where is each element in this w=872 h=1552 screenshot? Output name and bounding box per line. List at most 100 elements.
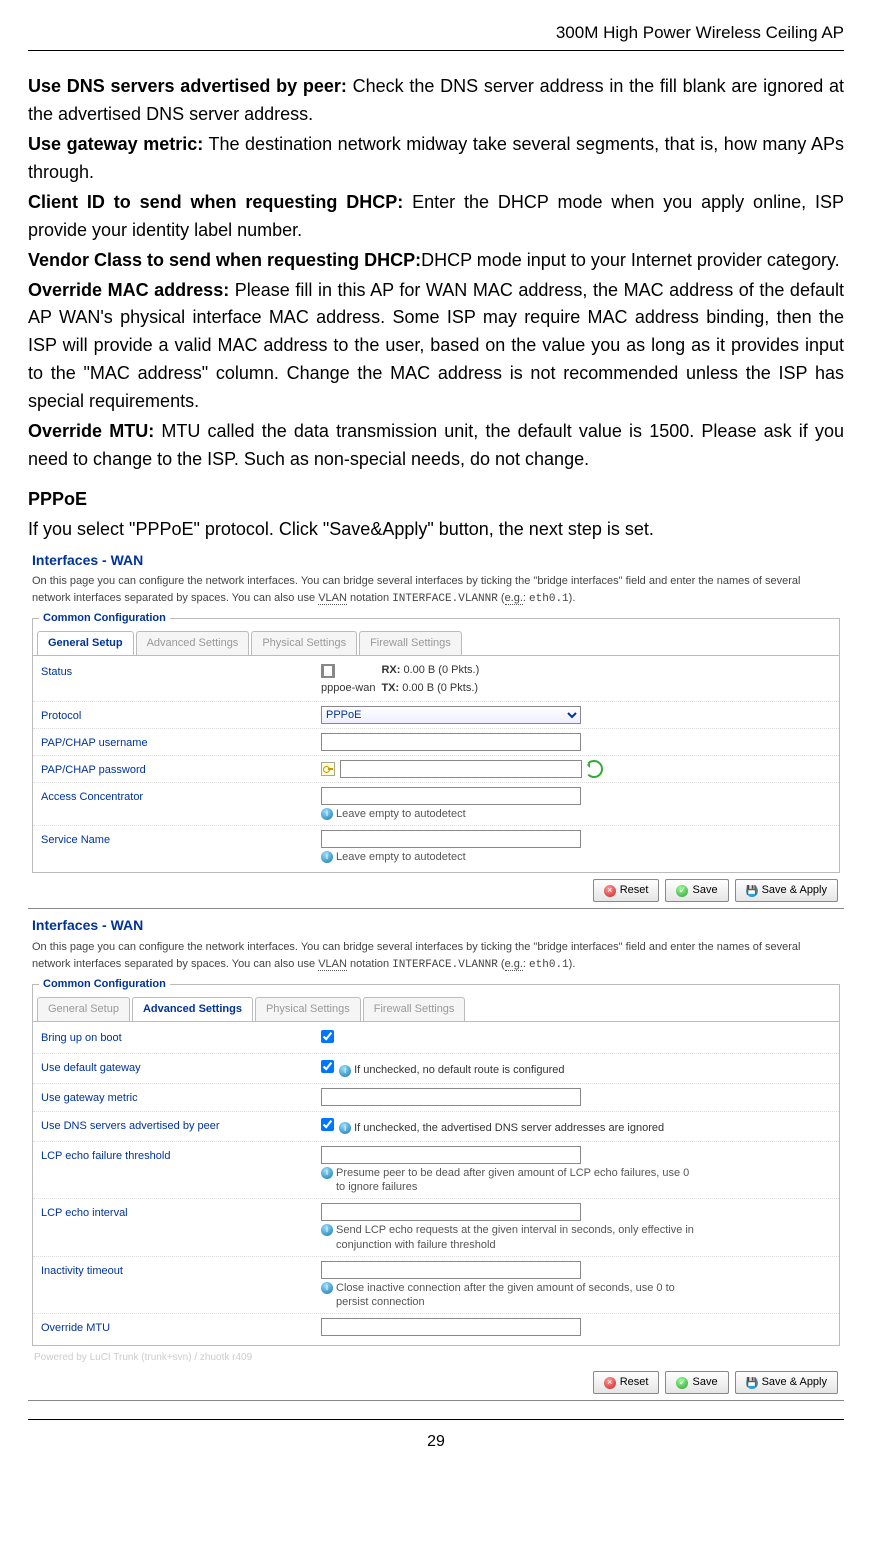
dns-label: Use DNS servers advertised by peer — [33, 1114, 321, 1135]
para-vc-text: DHCP mode input to your Internet provide… — [421, 250, 840, 270]
reset-icon: × — [604, 885, 616, 897]
para-vc: Vendor Class to send when requesting DHC… — [28, 247, 844, 275]
reset-button[interactable]: ×Reset — [593, 879, 660, 902]
save-apply-icon: 💾 — [746, 885, 758, 897]
sn-hint: iLeave empty to autodetect — [321, 850, 701, 864]
lcpf-label: LCP echo failure threshold — [33, 1144, 321, 1165]
info-icon: i — [321, 851, 333, 863]
row-service-name: Service Name iLeave empty to autodetect — [33, 826, 839, 868]
button-bar: ×Reset ✓Save 💾Save & Apply — [30, 1365, 842, 1396]
page-header: 300M High Power Wireless Ceiling AP — [28, 20, 844, 51]
ac-hint: iLeave empty to autodetect — [321, 807, 701, 821]
protocol-label: Protocol — [33, 704, 321, 725]
username-label: PAP/CHAP username — [33, 731, 321, 752]
common-config-fieldset: Common Configuration General Setup Advan… — [32, 610, 840, 873]
tab-advanced-settings[interactable]: Advanced Settings — [132, 997, 253, 1021]
status-traffic: RX: 0.00 B (0 Pkts.) TX: 0.00 B (0 Pkts.… — [381, 662, 479, 696]
row-username: PAP/CHAP username — [33, 729, 839, 756]
config-panel-advanced: Interfaces - WAN On this page you can co… — [28, 911, 844, 1401]
para-gwm: Use gateway metric: The destination netw… — [28, 131, 844, 187]
save-icon: ✓ — [676, 1377, 688, 1389]
info-icon: i — [339, 1122, 351, 1134]
username-input[interactable] — [321, 733, 581, 751]
defgw-checkbox[interactable] — [321, 1060, 334, 1073]
save-button[interactable]: ✓Save — [665, 1371, 728, 1394]
key-icon — [321, 762, 335, 776]
refresh-icon[interactable] — [585, 760, 603, 778]
gwm-label: Use gateway metric — [33, 1086, 321, 1107]
row-override-mtu: Override MTU — [33, 1314, 839, 1340]
tab-physical-settings[interactable]: Physical Settings — [255, 997, 361, 1021]
para-omac-bold: Override MAC address: — [28, 280, 229, 300]
row-lcp-failure: LCP echo failure threshold iPresume peer… — [33, 1142, 839, 1200]
tab-bar: General Setup Advanced Settings Physical… — [37, 631, 839, 655]
omtu-label: Override MTU — [33, 1316, 321, 1337]
fields-advanced: Bring up on boot Use default gateway i I… — [33, 1021, 839, 1344]
inact-hint: iClose inactive connection after the giv… — [321, 1281, 701, 1310]
defgw-hint: If unchecked, no default route is config… — [354, 1064, 564, 1076]
gwm-input[interactable] — [321, 1088, 581, 1106]
save-apply-button[interactable]: 💾Save & Apply — [735, 1371, 838, 1394]
save-apply-button[interactable]: 💾Save & Apply — [735, 879, 838, 902]
inact-input[interactable] — [321, 1261, 581, 1279]
info-icon: i — [321, 808, 333, 820]
page-number: 29 — [28, 1419, 844, 1455]
panel-description: On this page you can configure the netwo… — [32, 573, 842, 608]
tab-firewall-settings[interactable]: Firewall Settings — [363, 997, 466, 1021]
save-apply-icon: 💾 — [746, 1377, 758, 1389]
para-omac: Override MAC address: Please fill in thi… — [28, 277, 844, 416]
dns-checkbox[interactable] — [321, 1118, 334, 1131]
pppoe-text: If you select "PPPoE" protocol. Click "S… — [28, 516, 844, 544]
button-bar: ×Reset ✓Save 💾Save & Apply — [30, 873, 842, 904]
para-dns: Use DNS servers advertised by peer: Chec… — [28, 73, 844, 129]
status-interface: pppoe-wan — [321, 682, 375, 694]
lcpi-input[interactable] — [321, 1203, 581, 1221]
tab-general-setup[interactable]: General Setup — [37, 631, 134, 655]
row-dns-advertised: Use DNS servers advertised by peer i If … — [33, 1112, 839, 1142]
info-icon: i — [321, 1224, 333, 1236]
sn-input[interactable] — [321, 830, 581, 848]
reset-button[interactable]: ×Reset — [593, 1371, 660, 1394]
panel-title: Interfaces - WAN — [32, 915, 842, 937]
sn-label: Service Name — [33, 828, 321, 849]
row-default-gateway: Use default gateway i If unchecked, no d… — [33, 1054, 839, 1084]
row-password: PAP/CHAP password — [33, 756, 839, 783]
para-omtu: Override MTU: MTU called the data transm… — [28, 418, 844, 474]
tab-firewall-settings[interactable]: Firewall Settings — [359, 631, 462, 655]
protocol-select[interactable]: PPPoE — [321, 706, 581, 724]
para-omtu-bold: Override MTU: — [28, 421, 154, 441]
pppoe-heading: PPPoE — [28, 486, 844, 514]
row-protocol: Protocol PPPoE — [33, 702, 839, 729]
panel-title: Interfaces - WAN — [32, 550, 842, 572]
defgw-label: Use default gateway — [33, 1056, 321, 1077]
tab-bar: General Setup Advanced Settings Physical… — [37, 997, 839, 1021]
fieldset-legend: Common Configuration — [39, 976, 170, 993]
panel-description: On this page you can configure the netwo… — [32, 939, 842, 974]
ac-label: Access Concentrator — [33, 785, 321, 806]
para-gwm-bold: Use gateway metric: — [28, 134, 203, 154]
row-lcp-interval: LCP echo interval iSend LCP echo request… — [33, 1199, 839, 1257]
ac-input[interactable] — [321, 787, 581, 805]
config-panel-general: Interfaces - WAN On this page you can co… — [28, 546, 844, 910]
tab-physical-settings[interactable]: Physical Settings — [251, 631, 357, 655]
lcpf-input[interactable] — [321, 1146, 581, 1164]
para-cid-bold: Client ID to send when requesting DHCP: — [28, 192, 403, 212]
password-input[interactable] — [340, 760, 582, 778]
status-label: Status — [33, 660, 321, 681]
para-dns-bold: Use DNS servers advertised by peer: — [28, 76, 347, 96]
tab-general-setup[interactable]: General Setup — [37, 997, 130, 1021]
dns-hint: If unchecked, the advertised DNS server … — [354, 1122, 664, 1134]
interface-icon — [321, 664, 335, 678]
save-icon: ✓ — [676, 885, 688, 897]
row-bring-up-on-boot: Bring up on boot — [33, 1024, 839, 1054]
tab-advanced-settings[interactable]: Advanced Settings — [136, 631, 250, 655]
save-button[interactable]: ✓Save — [665, 879, 728, 902]
boot-checkbox[interactable] — [321, 1030, 334, 1043]
row-access-concentrator: Access Concentrator iLeave empty to auto… — [33, 783, 839, 826]
lcpf-hint: iPresume peer to be dead after given amo… — [321, 1166, 701, 1195]
omtu-input[interactable] — [321, 1318, 581, 1336]
info-icon: i — [321, 1167, 333, 1179]
fieldset-legend: Common Configuration — [39, 610, 170, 627]
inact-label: Inactivity timeout — [33, 1259, 321, 1280]
lcpi-label: LCP echo interval — [33, 1201, 321, 1222]
